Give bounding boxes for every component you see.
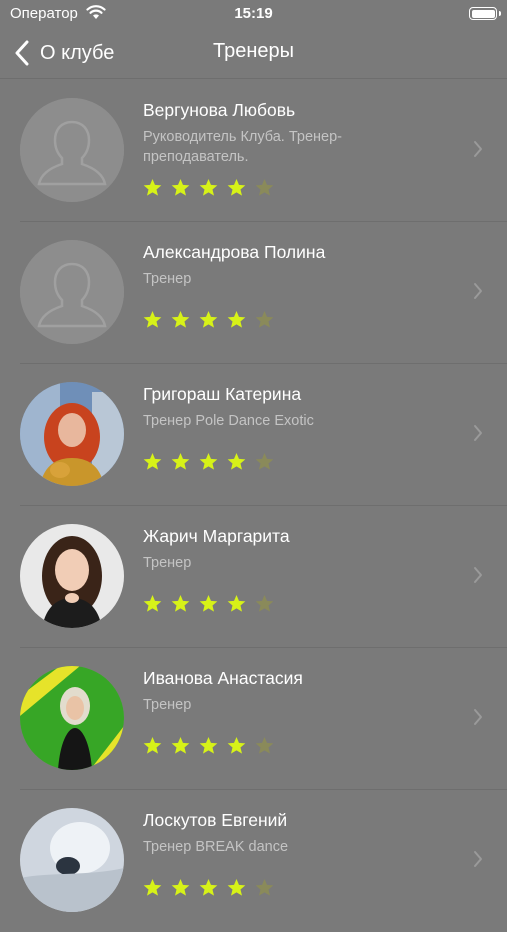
- trainer-row[interactable]: Вергунова Любовь Руководитель Клуба. Тре…: [0, 80, 507, 222]
- star-empty-icon: [255, 594, 274, 612]
- avatar-placeholder: [20, 240, 124, 344]
- rating-stars: [143, 878, 274, 897]
- trainer-photo: [20, 524, 124, 628]
- star-filled-icon: [227, 594, 246, 612]
- avatar-photo: [20, 382, 124, 486]
- star-filled-icon: [227, 178, 246, 196]
- chevron-right-icon: [474, 141, 482, 157]
- star-filled-icon: [171, 594, 190, 612]
- trainer-role: Тренер BREAK dance: [143, 839, 289, 855]
- star-filled-icon: [199, 594, 218, 612]
- trainer-row[interactable]: Иванова Анастасия Тренер: [0, 648, 507, 790]
- avatar-photo: [20, 666, 124, 770]
- trainer-role: Тренер: [143, 271, 192, 287]
- star-filled-icon: [227, 452, 246, 470]
- avatar-photo: [20, 524, 124, 628]
- rating-stars: [143, 310, 274, 329]
- person-placeholder-icon: [20, 98, 124, 202]
- trainer-name: Лоскутов Евгений: [143, 810, 288, 830]
- star-filled-icon: [199, 178, 218, 196]
- star-filled-icon: [143, 310, 162, 328]
- trainer-list: Вергунова Любовь Руководитель Клуба. Тре…: [0, 80, 507, 932]
- trainer-row[interactable]: Жарич Маргарита Тренер: [0, 506, 507, 648]
- star-filled-icon: [143, 594, 162, 612]
- trainer-photo: [20, 666, 124, 770]
- chevron-right-icon: [474, 851, 482, 867]
- page-title: Тренеры: [212, 40, 294, 62]
- trainer-role: Тренер: [143, 555, 192, 571]
- star-filled-icon: [143, 452, 162, 470]
- star-filled-icon: [143, 736, 162, 754]
- rating-stars: [143, 594, 274, 613]
- star-filled-icon: [227, 310, 246, 328]
- chevron-right-icon: [474, 709, 482, 725]
- avatar-photo: [20, 808, 124, 912]
- trainer-name: Иванова Анастасия: [143, 668, 303, 688]
- status-bar: Оператор 15:19: [0, 0, 507, 30]
- chevron-right-icon: [474, 567, 482, 583]
- person-placeholder-icon: [20, 240, 124, 344]
- star-empty-icon: [255, 736, 274, 754]
- trainer-row[interactable]: Григораш Катерина Тренер Pole Dance Exot…: [0, 364, 507, 506]
- star-filled-icon: [171, 878, 190, 896]
- star-empty-icon: [255, 878, 274, 896]
- rating-stars: [143, 452, 274, 471]
- navigation-bar: О клубе Тренеры: [0, 30, 507, 79]
- rating-stars: [143, 736, 274, 755]
- star-filled-icon: [143, 178, 162, 196]
- chevron-right-icon: [474, 425, 482, 441]
- star-filled-icon: [227, 878, 246, 896]
- trainer-role: Тренер Pole Dance Exotic: [143, 413, 314, 429]
- trainer-name: Александрова Полина: [143, 242, 326, 262]
- trainer-role: Тренер: [143, 697, 192, 713]
- star-empty-icon: [255, 310, 274, 328]
- clock: 15:19: [234, 5, 273, 22]
- star-filled-icon: [171, 452, 190, 470]
- star-empty-icon: [255, 178, 274, 196]
- star-filled-icon: [199, 452, 218, 470]
- star-filled-icon: [143, 878, 162, 896]
- trainer-photo: [20, 382, 124, 486]
- star-filled-icon: [227, 736, 246, 754]
- rating-stars: [143, 178, 274, 197]
- star-filled-icon: [199, 310, 218, 328]
- trainer-name: Вергунова Любовь: [143, 100, 296, 120]
- trainer-name: Жарич Маргарита: [143, 526, 290, 546]
- chevron-right-icon: [474, 283, 482, 299]
- trainer-name: Григораш Катерина: [143, 384, 302, 404]
- star-filled-icon: [199, 878, 218, 896]
- star-filled-icon: [199, 736, 218, 754]
- avatar-placeholder: [20, 98, 124, 202]
- star-filled-icon: [171, 178, 190, 196]
- star-filled-icon: [171, 736, 190, 754]
- star-filled-icon: [171, 310, 190, 328]
- star-empty-icon: [255, 452, 274, 470]
- trainer-row[interactable]: Лоскутов Евгений Тренер BREAK dance: [0, 790, 507, 932]
- trainer-row[interactable]: Александрова Полина Тренер: [0, 222, 507, 364]
- trainer-role: Руководитель Клуба. Тренер-преподаватель…: [143, 129, 342, 165]
- battery-icon: [469, 7, 501, 20]
- trainer-photo: [20, 808, 124, 912]
